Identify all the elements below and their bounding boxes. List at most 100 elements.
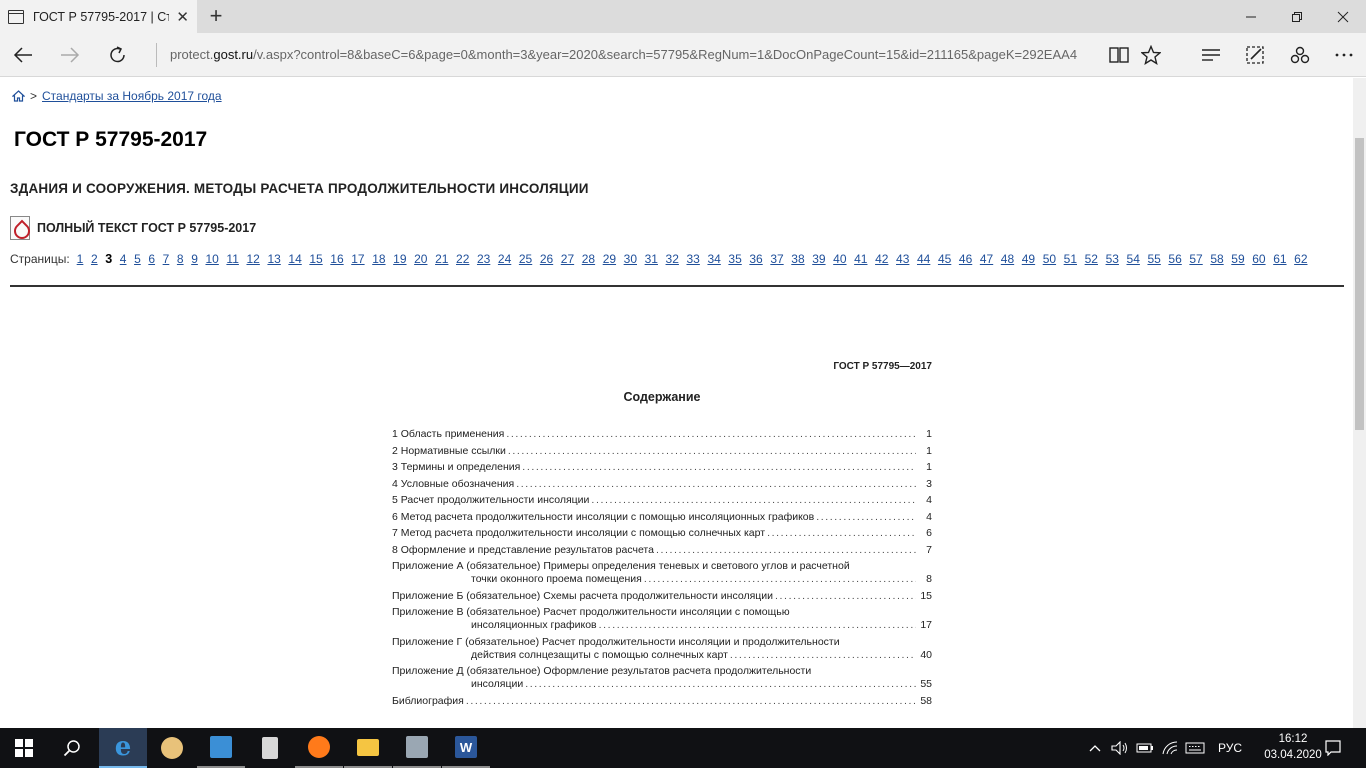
taskbar-paint[interactable] [148, 728, 196, 768]
page-link[interactable]: 40 [833, 252, 846, 266]
page-link[interactable]: 46 [959, 252, 972, 266]
page-link[interactable]: 32 [666, 252, 679, 266]
page-link[interactable]: 29 [603, 252, 616, 266]
page-link[interactable]: 61 [1273, 252, 1286, 266]
tray-chevron-icon[interactable] [1084, 728, 1106, 768]
scrollbar-thumb[interactable] [1355, 138, 1364, 430]
restore-button[interactable] [1274, 0, 1320, 33]
page-link[interactable]: 57 [1189, 252, 1202, 266]
taskbar-calculator[interactable] [246, 728, 294, 768]
page-link[interactable]: 6 [148, 252, 155, 266]
tab-close-icon[interactable]: ✕ [176, 8, 189, 26]
breadcrumb-link[interactable]: Стандарты за Ноябрь 2017 года [42, 89, 222, 103]
address-input[interactable]: protect.gost.ru/v.aspx?control=8&baseC=6… [170, 47, 1095, 62]
page-link[interactable]: 42 [875, 252, 888, 266]
page-link[interactable]: 60 [1252, 252, 1265, 266]
page-link[interactable]: 49 [1022, 252, 1035, 266]
page-link[interactable]: 18 [372, 252, 385, 266]
page-link[interactable]: 54 [1127, 252, 1140, 266]
favorite-button[interactable] [1134, 39, 1168, 71]
page-link[interactable]: 2 [91, 252, 98, 266]
page-link[interactable]: 37 [770, 252, 783, 266]
page-link[interactable]: 24 [498, 252, 511, 266]
new-tab-button[interactable]: + [203, 4, 229, 30]
keyboard-icon[interactable] [1182, 728, 1208, 768]
page-link[interactable]: 4 [120, 252, 127, 266]
page-link[interactable]: 51 [1064, 252, 1077, 266]
page-link[interactable]: 53 [1106, 252, 1119, 266]
page-link[interactable]: 50 [1043, 252, 1056, 266]
page-link[interactable]: 56 [1168, 252, 1181, 266]
language-indicator[interactable]: РУС [1212, 728, 1248, 768]
page-link[interactable]: 47 [980, 252, 993, 266]
page-link[interactable]: 33 [687, 252, 700, 266]
taskbar-control-panel[interactable] [197, 728, 245, 768]
page-link[interactable]: 30 [624, 252, 637, 266]
search-button[interactable] [48, 728, 96, 768]
battery-icon[interactable] [1133, 728, 1157, 768]
home-icon[interactable] [12, 90, 25, 102]
share-button[interactable] [1283, 39, 1317, 71]
hub-button[interactable] [1194, 39, 1228, 71]
page-link[interactable]: 41 [854, 252, 867, 266]
page-link[interactable]: 62 [1294, 252, 1307, 266]
page-link[interactable]: 58 [1210, 252, 1223, 266]
page-link[interactable]: 35 [728, 252, 741, 266]
web-note-button[interactable] [1238, 39, 1272, 71]
page-link[interactable]: 15 [309, 252, 322, 266]
taskbar-photos[interactable] [393, 728, 441, 768]
page-link[interactable]: 28 [582, 252, 595, 266]
page-link[interactable]: 9 [191, 252, 198, 266]
start-button[interactable] [0, 728, 48, 768]
page-link[interactable]: 38 [791, 252, 804, 266]
page-link[interactable]: 36 [749, 252, 762, 266]
page-link[interactable]: 12 [246, 252, 259, 266]
more-button[interactable] [1327, 39, 1361, 71]
minimize-button[interactable] [1228, 0, 1274, 33]
page-link[interactable]: 11 [226, 252, 238, 266]
page-link[interactable]: 48 [1001, 252, 1014, 266]
reading-view-button[interactable] [1102, 39, 1136, 71]
page-link[interactable]: 5 [134, 252, 141, 266]
page-link[interactable]: 25 [519, 252, 532, 266]
page-link[interactable]: 8 [177, 252, 184, 266]
refresh-button[interactable] [101, 39, 135, 71]
page-link[interactable]: 26 [540, 252, 553, 266]
tab-page-icon [8, 9, 24, 24]
taskbar-word[interactable]: W [442, 728, 490, 768]
page-link[interactable]: 27 [561, 252, 574, 266]
page-link[interactable]: 43 [896, 252, 909, 266]
page-link[interactable]: 7 [163, 252, 170, 266]
taskbar-firefox[interactable] [295, 728, 343, 768]
page-link[interactable]: 59 [1231, 252, 1244, 266]
page-link[interactable]: 23 [477, 252, 490, 266]
page-link[interactable]: 34 [707, 252, 720, 266]
page-link[interactable]: 1 [77, 252, 84, 266]
page-link[interactable]: 31 [645, 252, 658, 266]
page-link[interactable]: 14 [288, 252, 301, 266]
page-link[interactable]: 20 [414, 252, 427, 266]
browser-tab[interactable]: ГОСТ Р 57795-2017 | Ст ✕ [0, 0, 197, 33]
page-link[interactable]: 16 [330, 252, 343, 266]
page-link[interactable]: 44 [917, 252, 930, 266]
vertical-scrollbar[interactable] [1353, 78, 1366, 728]
close-window-button[interactable] [1320, 0, 1366, 33]
page-link[interactable]: 21 [435, 252, 448, 266]
page-link[interactable]: 45 [938, 252, 951, 266]
taskbar-edge[interactable]: e [99, 728, 147, 768]
full-text-link[interactable]: ПОЛНЫЙ ТЕКСТ ГОСТ Р 57795-2017 [10, 216, 256, 240]
page-link[interactable]: 22 [456, 252, 469, 266]
wifi-icon[interactable] [1158, 728, 1182, 768]
page-link[interactable]: 39 [812, 252, 825, 266]
page-link[interactable]: 10 [205, 252, 218, 266]
back-button[interactable] [6, 39, 40, 71]
volume-icon[interactable] [1108, 728, 1132, 768]
page-link[interactable]: 55 [1147, 252, 1160, 266]
page-link[interactable]: 52 [1085, 252, 1098, 266]
page-link[interactable]: 17 [351, 252, 364, 266]
page-link[interactable]: 13 [267, 252, 280, 266]
page-link[interactable]: 19 [393, 252, 406, 266]
forward-button[interactable] [53, 39, 87, 71]
taskbar-explorer[interactable] [344, 728, 392, 768]
clock[interactable]: 16:12 03.04.2020 [1262, 731, 1324, 763]
